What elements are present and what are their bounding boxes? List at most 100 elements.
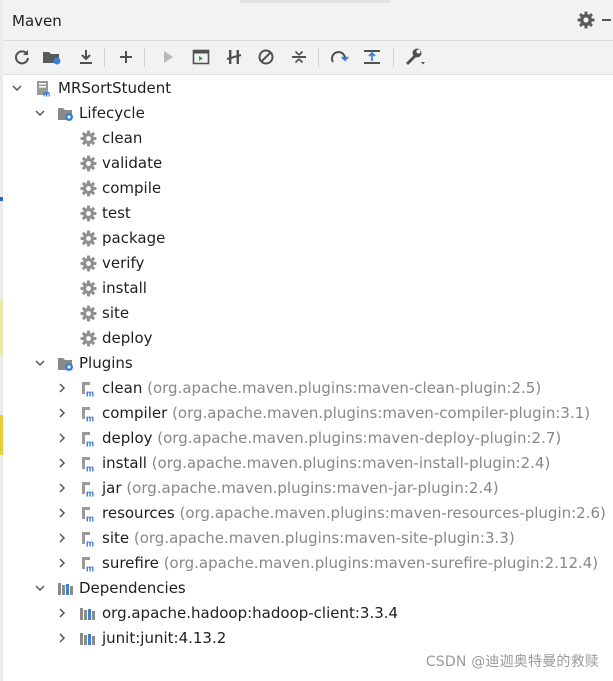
- plugin-row[interactable]: m deploy (org.apache.maven.plugins:maven…: [0, 426, 613, 450]
- run-icon[interactable]: [157, 46, 179, 68]
- chevron-right-icon[interactable]: [57, 408, 67, 418]
- chevron-down-icon[interactable]: [35, 583, 45, 593]
- maven-toolbar: [3, 41, 613, 75]
- svg-text:m: m: [43, 90, 50, 98]
- gear-icon: [80, 280, 97, 297]
- lifecycle-phase-label: validate: [102, 154, 163, 172]
- lifecycle-phase-row[interactable]: install: [0, 276, 613, 300]
- toolbar-separator: [393, 48, 394, 67]
- run-config-icon[interactable]: [190, 46, 212, 68]
- svg-text:m: m: [86, 464, 94, 473]
- plugin-row[interactable]: m jar (org.apache.maven.plugins:maven-ja…: [0, 476, 613, 500]
- lifecycle-phase-row[interactable]: package: [0, 226, 613, 250]
- plugin-name: deploy: [102, 429, 153, 447]
- lifecycle-phase-label: verify: [102, 254, 145, 272]
- analyze-icon[interactable]: [361, 46, 383, 68]
- svg-text:m: m: [86, 514, 94, 523]
- gear-icon: [80, 305, 97, 322]
- plugin-name: clean: [102, 379, 143, 397]
- chevron-right-icon[interactable]: [57, 433, 67, 443]
- dependency-label: junit:junit:4.13.2: [102, 629, 227, 647]
- library-bars-icon: [80, 608, 95, 620]
- plugin-coordinates: (org.apache.maven.plugins:maven-surefire…: [163, 554, 599, 572]
- gear-icon: [80, 330, 97, 347]
- plugin-row[interactable]: m clean (org.apache.maven.plugins:maven-…: [0, 376, 613, 400]
- chevron-right-icon[interactable]: [57, 458, 67, 468]
- maven-plugin-icon: m: [82, 382, 94, 398]
- chevron-right-icon[interactable]: [57, 633, 67, 643]
- tool-window-title: Maven: [12, 12, 62, 30]
- lifecycle-phase-row[interactable]: verify: [0, 251, 613, 275]
- plugins-label: Plugins: [79, 354, 133, 372]
- maven-plugin-icon: m: [82, 507, 94, 523]
- plugin-coordinates: (org.apache.maven.plugins:maven-compiler…: [172, 404, 591, 422]
- maven-plugin-icon: m: [82, 557, 94, 573]
- plugin-row[interactable]: m site (org.apache.maven.plugins:maven-s…: [0, 526, 613, 550]
- svg-text:m: m: [86, 564, 94, 573]
- plugin-name: install: [102, 454, 147, 472]
- lifecycle-phase-row[interactable]: site: [0, 301, 613, 325]
- maven-plugin-icon: m: [82, 532, 94, 547]
- library-bars-icon: [58, 583, 73, 595]
- gear-icon: [80, 205, 97, 222]
- gear-icon: [80, 155, 97, 172]
- maven-plugin-icon: m: [82, 482, 94, 497]
- chevron-right-icon[interactable]: [57, 508, 67, 518]
- watermark: CSDN @迪迦奥特曼的救赎: [425, 654, 599, 670]
- lifecycle-label: Lifecycle: [79, 104, 145, 122]
- lifecycle-phase-label: package: [102, 229, 166, 247]
- generate-sources-icon[interactable]: [41, 46, 63, 68]
- skip-tests-icon[interactable]: [255, 46, 277, 68]
- svg-text:m: m: [86, 439, 94, 448]
- chevron-right-icon[interactable]: [57, 533, 67, 543]
- dependencies-label: Dependencies: [79, 579, 186, 597]
- lifecycle-phase-row[interactable]: clean: [0, 126, 613, 150]
- plugin-row[interactable]: m surefire (org.apache.maven.plugins:mav…: [0, 551, 613, 575]
- chevron-right-icon[interactable]: [57, 558, 67, 568]
- lifecycle-phase-label: clean: [102, 129, 143, 147]
- plugin-row[interactable]: m install (org.apache.maven.plugins:mave…: [0, 451, 613, 475]
- add-icon[interactable]: [115, 46, 137, 68]
- plugin-row[interactable]: m resources (org.apache.maven.plugins:ma…: [0, 501, 613, 525]
- gear-icon[interactable]: [577, 11, 595, 29]
- collapse-icon[interactable]: [288, 46, 310, 68]
- plugin-name: jar: [102, 479, 122, 497]
- lifecycle-phase-row[interactable]: validate: [0, 151, 613, 175]
- tree-project-row[interactable]: m MRSortStudent: [0, 76, 613, 100]
- folder-gear-icon: [58, 108, 73, 121]
- show-dependencies-icon[interactable]: [329, 46, 351, 68]
- chevron-down-icon[interactable]: [35, 108, 45, 118]
- gear-icon: [80, 255, 97, 272]
- plugin-coordinates: (org.apache.maven.plugins:maven-clean-pl…: [147, 379, 542, 397]
- project-name: MRSortStudent: [58, 79, 172, 97]
- tree-plugins-row[interactable]: Plugins: [0, 351, 613, 375]
- chevron-right-icon[interactable]: [57, 383, 67, 393]
- tree-lifecycle-row[interactable]: Lifecycle: [0, 101, 613, 125]
- svg-text:m: m: [86, 389, 94, 398]
- chevron-down-icon[interactable]: [35, 358, 45, 368]
- minimize-icon[interactable]: [602, 19, 611, 21]
- plugin-row[interactable]: m compiler (org.apache.maven.plugins:mav…: [0, 401, 613, 425]
- download-icon[interactable]: [75, 46, 97, 68]
- dependency-row[interactable]: junit:junit:4.13.2: [0, 626, 613, 650]
- maven-plugin-icon: m: [82, 457, 94, 473]
- svg-text:m: m: [86, 414, 94, 423]
- dependency-row[interactable]: org.apache.hadoop:hadoop-client:3.3.4: [0, 601, 613, 625]
- chevron-right-icon[interactable]: [57, 608, 67, 618]
- lifecycle-phase-row[interactable]: compile: [0, 176, 613, 200]
- toggle-offline-icon[interactable]: [223, 46, 245, 68]
- reload-icon[interactable]: [11, 46, 33, 68]
- lifecycle-phase-label: install: [102, 279, 147, 297]
- lifecycle-phase-label: deploy: [102, 329, 153, 347]
- lifecycle-phase-row[interactable]: test: [0, 201, 613, 225]
- toolbar-separator: [144, 48, 145, 67]
- tool-window-header: Maven: [3, 0, 613, 41]
- settings-wrench-icon[interactable]: [404, 46, 426, 68]
- chevron-down-icon[interactable]: [12, 83, 22, 93]
- plugin-coordinates: (org.apache.maven.plugins:maven-site-plu…: [133, 529, 515, 547]
- lifecycle-phase-row[interactable]: deploy: [0, 326, 613, 350]
- maven-project-icon: m: [37, 81, 50, 98]
- chevron-right-icon[interactable]: [57, 483, 67, 493]
- lifecycle-phase-label: compile: [102, 179, 162, 197]
- tree-dependencies-row[interactable]: Dependencies: [0, 576, 613, 600]
